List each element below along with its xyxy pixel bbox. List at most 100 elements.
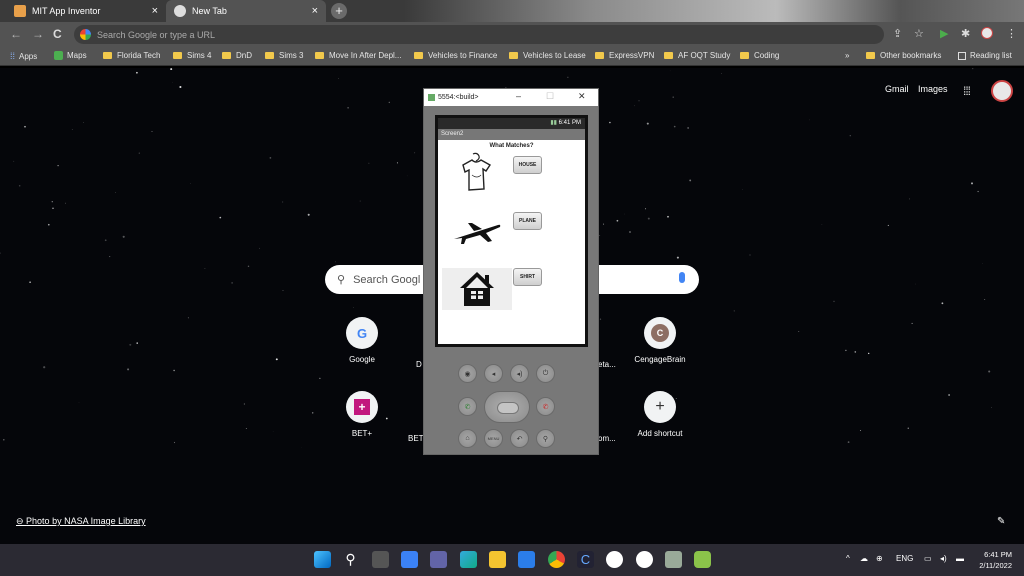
shortcut-cengagebrain[interactable]: C CengageBrain: [620, 317, 700, 364]
reading-list-icon: [958, 51, 966, 60]
volume-down-icon[interactable]: ◂: [484, 364, 503, 383]
volume-up-icon[interactable]: ◂): [510, 364, 529, 383]
chrome-icon: [174, 5, 186, 17]
bookmark-folder[interactable]: Florida Tech: [103, 51, 160, 60]
google-apps-icon[interactable]: ⁞⁞⁞: [963, 84, 971, 98]
bookmark-apps[interactable]: ⁞⁞ Apps: [10, 51, 37, 61]
tab-new-tab[interactable]: New Tab ×: [166, 0, 326, 22]
shortcut-label: CengageBrain: [634, 355, 686, 364]
star: [136, 342, 138, 344]
star: [259, 247, 260, 249]
dpad-center-button[interactable]: [497, 402, 519, 414]
taskbar-clock[interactable]: 6:41 PM 2/11/2022: [979, 549, 1012, 571]
dpad-control[interactable]: [484, 391, 530, 423]
bookmark-folder[interactable]: Coding: [740, 51, 779, 60]
android-icon[interactable]: [694, 551, 711, 568]
plus-icon: +: [644, 391, 676, 423]
photo-credit-link[interactable]: ⊖ Photo by NASA Image Library: [16, 516, 146, 527]
forward-icon[interactable]: →: [32, 27, 44, 41]
add-shortcut-button[interactable]: + Add shortcut: [620, 391, 700, 438]
widgets-icon[interactable]: [401, 551, 418, 568]
star: [634, 105, 635, 107]
task-view-icon[interactable]: [372, 551, 389, 568]
bookmark-folder[interactable]: AF OQT Study: [664, 51, 730, 60]
minimize-button[interactable]: –: [516, 91, 521, 101]
tab-mit-app-inventor[interactable]: MIT App Inventor ×: [6, 0, 166, 22]
app-icon[interactable]: [606, 551, 623, 568]
star: [859, 429, 862, 432]
search-icon[interactable]: ⚲: [342, 551, 359, 568]
gmail-link[interactable]: Gmail: [885, 84, 909, 94]
reload-icon[interactable]: C: [53, 27, 62, 41]
search-icon[interactable]: ⚲: [536, 429, 555, 448]
end-call-icon[interactable]: ✆: [536, 397, 555, 416]
close-button[interactable]: ✕: [578, 91, 586, 102]
battery-icon[interactable]: ▬: [956, 554, 964, 563]
menu-button[interactable]: MENU: [484, 429, 503, 448]
bookmark-reading-list[interactable]: Reading list: [958, 51, 1012, 60]
share-icon[interactable]: ⇪: [893, 27, 902, 40]
bookmark-folder[interactable]: Move In After Depl...: [315, 51, 401, 60]
microphone-icon[interactable]: [679, 272, 685, 283]
avatar[interactable]: [991, 80, 1013, 102]
star: [71, 129, 73, 130]
teams-icon[interactable]: [430, 551, 447, 568]
eclipse-icon[interactable]: C: [577, 551, 594, 568]
house-button[interactable]: HOUSE: [513, 156, 542, 174]
bookmark-folder[interactable]: Sims 3: [265, 51, 303, 60]
profile-icon[interactable]: [981, 27, 993, 39]
close-icon[interactable]: ×: [152, 5, 158, 17]
star-icon[interactable]: ☆: [914, 27, 924, 40]
bookmarks-overflow-button[interactable]: »: [845, 51, 849, 60]
bookmark-folder[interactable]: Sims 4: [173, 51, 211, 60]
network-status-icon[interactable]: ⊕: [876, 554, 883, 563]
shirt-image[interactable]: [442, 152, 512, 194]
house-image[interactable]: [442, 268, 512, 310]
tray-overflow-icon[interactable]: ^: [846, 554, 850, 563]
power-icon[interactable]: ⏻: [536, 364, 555, 383]
star: [13, 160, 15, 162]
maximize-button[interactable]: ☐: [546, 91, 554, 102]
display-icon[interactable]: ▭: [924, 554, 932, 563]
volume-icon[interactable]: ◂): [940, 554, 947, 563]
star: [396, 162, 398, 164]
address-bar[interactable]: Search Google or type a URL: [74, 25, 884, 44]
chrome-icon[interactable]: [548, 551, 565, 568]
bookmark-maps[interactable]: Maps: [54, 51, 87, 60]
edge-icon[interactable]: [460, 551, 477, 568]
bookmark-folder[interactable]: Vehicles to Finance: [414, 51, 497, 60]
app-icon[interactable]: [665, 551, 682, 568]
home-icon[interactable]: ⌂: [458, 429, 477, 448]
mail-icon[interactable]: [518, 551, 535, 568]
customize-pencil-icon[interactable]: ✎: [997, 516, 1005, 527]
new-tab-button[interactable]: +: [331, 3, 347, 19]
app-icon[interactable]: [636, 551, 653, 568]
shirt-button[interactable]: SHIRT: [513, 268, 542, 286]
file-explorer-icon[interactable]: [489, 551, 506, 568]
back-icon[interactable]: ↶: [510, 429, 529, 448]
star: [833, 300, 835, 303]
bookmark-folder[interactable]: DnD: [222, 51, 252, 60]
bookmark-folder[interactable]: Vehicles to Lease: [509, 51, 586, 60]
bookmark-folder[interactable]: ExpressVPN: [595, 51, 654, 60]
star: [353, 307, 354, 308]
shortcut-betplus[interactable]: + BET+: [322, 391, 402, 438]
back-icon[interactable]: ←: [10, 27, 22, 41]
call-icon[interactable]: ✆: [458, 397, 477, 416]
plane-image[interactable]: [442, 211, 512, 253]
bookmark-other[interactable]: Other bookmarks: [866, 51, 941, 60]
extensions-icon[interactable]: ✱: [961, 27, 970, 40]
star: [18, 184, 21, 187]
images-link[interactable]: Images: [918, 84, 948, 94]
menu-icon[interactable]: ⋮: [1006, 27, 1017, 40]
screen-title-bar: Screen2: [438, 129, 585, 140]
language-indicator[interactable]: ENG: [896, 554, 913, 563]
shortcut-google[interactable]: G Google: [322, 317, 402, 364]
onedrive-icon[interactable]: ☁: [860, 554, 868, 563]
camera-icon[interactable]: ◉: [458, 364, 477, 383]
play-extension-icon[interactable]: ▶: [940, 27, 948, 40]
plane-button[interactable]: PLANE: [513, 212, 542, 230]
start-icon[interactable]: [314, 551, 331, 568]
close-icon[interactable]: ×: [312, 5, 318, 17]
star: [647, 217, 650, 220]
